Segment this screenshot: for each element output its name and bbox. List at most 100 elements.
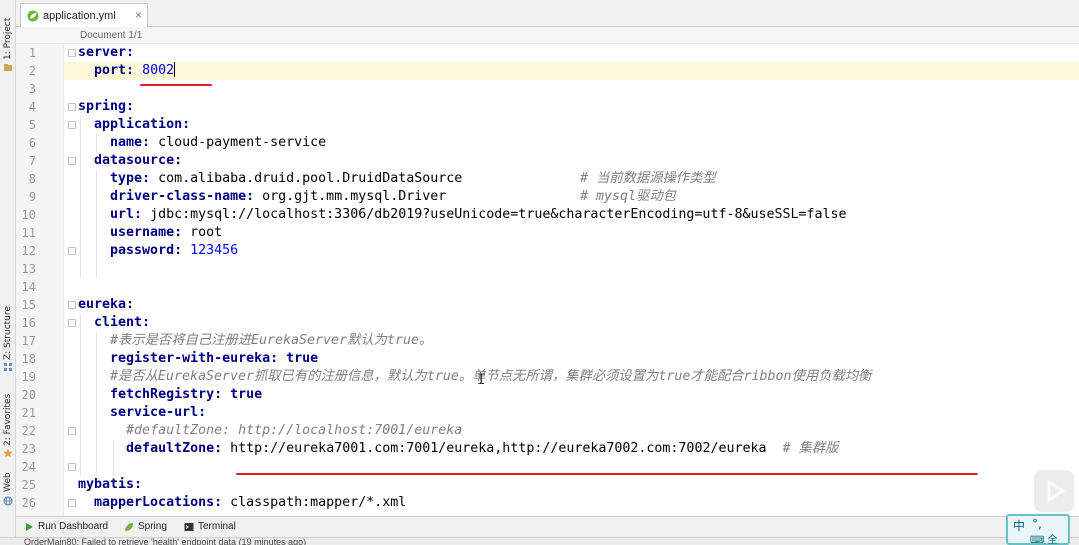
- run-dashboard-label: Run Dashboard: [38, 521, 109, 532]
- ime-extra: ⌨ 全: [1030, 535, 1058, 545]
- code-line-12[interactable]: password: 123456: [78, 242, 238, 260]
- yaml-value: http://eureka7001.com:7001/eureka,http:/…: [230, 441, 767, 456]
- code-line-15[interactable]: eureka:: [78, 296, 134, 314]
- bottom-tool-bar: Run Dashboard Spring Terminal: [16, 516, 1079, 537]
- yaml-value: classpath:mapper/*.xml: [230, 495, 407, 510]
- code-line-23[interactable]: defaultZone: http://eureka7001.com:7001/…: [78, 440, 838, 458]
- yaml-key: driver-class-name:: [110, 189, 263, 204]
- tab-close-icon[interactable]: ×: [135, 8, 142, 22]
- yaml-comment: # 当前数据源操作类型: [580, 171, 716, 186]
- line-number: 22: [21, 424, 36, 438]
- yaml-key: eureka:: [78, 297, 135, 312]
- yaml-key: defaultZone:: [126, 441, 231, 456]
- code-line-17[interactable]: #表示是否将自己注册进EurekaServer默认为true。: [78, 332, 432, 350]
- line-number: 26: [21, 496, 36, 510]
- ime-language: 中: [1013, 519, 1026, 533]
- line-number: 1: [28, 46, 36, 60]
- fold-marker[interactable]: [68, 301, 76, 309]
- code-line-1[interactable]: server:: [78, 44, 134, 62]
- line-number: 21: [21, 406, 36, 420]
- yaml-value: org.gjt.mm.mysql.Driver: [262, 189, 447, 204]
- fold-marker[interactable]: [68, 463, 76, 471]
- red-underline-annotation: [236, 473, 978, 475]
- code-line-6[interactable]: name: cloud-payment-service: [78, 134, 326, 152]
- mouse-ibeam-cursor: I: [477, 372, 486, 388]
- line-number: 25: [21, 478, 36, 492]
- line-number: 3: [28, 82, 36, 96]
- code-line-8[interactable]: type: com.alibaba.druid.pool.DruidDataSo…: [78, 170, 462, 188]
- line-number: 7: [28, 154, 36, 168]
- code-line-26[interactable]: mapperLocations: classpath:mapper/*.xml: [78, 494, 406, 512]
- line-number: 16: [21, 316, 36, 330]
- line-number: 6: [28, 136, 36, 150]
- yaml-value: cloud-payment-service: [158, 135, 327, 150]
- text-caret: [174, 62, 176, 77]
- code-line-18[interactable]: register-with-eureka: true: [78, 350, 318, 368]
- code-line-22[interactable]: #defaultZone: http://localhost:7001/eure…: [78, 422, 462, 440]
- yaml-key: url:: [110, 207, 151, 222]
- code-line-21[interactable]: service-url:: [78, 404, 206, 422]
- project-tool-tab[interactable]: 1: Project: [0, 8, 16, 71]
- folder-icon: [4, 64, 12, 71]
- yaml-key: application:: [94, 117, 191, 132]
- web-tool-tab[interactable]: Web: [0, 466, 16, 512]
- yaml-comment: # mysql驱动包: [580, 189, 676, 204]
- line-number: 5: [28, 118, 36, 132]
- code-line-25[interactable]: mybatis:: [78, 476, 142, 494]
- spring-leaf-icon: [27, 10, 39, 21]
- line-number: 18: [21, 352, 36, 366]
- code-line-7[interactable]: datasource:: [78, 152, 182, 170]
- yaml-value: com.alibaba.druid.pool.DruidDataSource: [158, 171, 463, 186]
- fold-marker[interactable]: [68, 121, 76, 129]
- spring-leaf-icon: [125, 522, 133, 531]
- yaml-value-port: 8002: [142, 63, 175, 78]
- code-line-11[interactable]: username: root: [78, 224, 222, 242]
- favorites-tool-tab[interactable]: 2: Favorites: [0, 380, 16, 460]
- yaml-key: server:: [78, 45, 135, 60]
- code-line-2[interactable]: port: 8002: [78, 62, 176, 80]
- yaml-key: service-url:: [110, 405, 207, 420]
- web-tool-label: Web: [3, 472, 13, 492]
- spring-button[interactable]: Spring: [124, 521, 167, 532]
- fold-marker[interactable]: [68, 247, 76, 255]
- run-dashboard-button[interactable]: Run Dashboard: [24, 521, 108, 532]
- yaml-value: 123456: [190, 243, 239, 258]
- terminal-label: Terminal: [198, 521, 236, 532]
- editor-tab-bar: application.yml ×: [16, 0, 1079, 27]
- line-number: 10: [21, 208, 36, 222]
- yaml-key: password:: [110, 243, 191, 258]
- fold-marker[interactable]: [68, 157, 76, 165]
- code-line-20[interactable]: fetchRegistry: true: [78, 386, 262, 404]
- code-line-19[interactable]: #是否从EurekaServer抓取已有的注册信息，默认为true。单节点无所谓…: [78, 368, 871, 386]
- tab-application-yml[interactable]: application.yml ×: [20, 3, 148, 27]
- line-number: 8: [28, 172, 36, 186]
- fold-marker[interactable]: [68, 499, 76, 507]
- code-line-4[interactable]: spring:: [78, 98, 134, 116]
- globe-icon: [3, 496, 13, 506]
- structure-tool-tab[interactable]: Z: Structure: [0, 300, 16, 380]
- fold-marker[interactable]: [68, 49, 76, 57]
- code-line-5[interactable]: application:: [78, 116, 190, 134]
- code-line-16[interactable]: client:: [78, 314, 150, 332]
- video-play-button[interactable]: [1034, 470, 1074, 512]
- line-number: 11: [21, 226, 36, 240]
- fold-marker[interactable]: [68, 319, 76, 327]
- code-line-9[interactable]: driver-class-name: org.gjt.mm.mysql.Driv…: [78, 188, 446, 206]
- yaml-value-bool: true: [286, 351, 319, 366]
- fold-marker[interactable]: [68, 103, 76, 111]
- terminal-button[interactable]: Terminal: [184, 521, 236, 532]
- spring-label: Spring: [138, 521, 167, 532]
- yaml-key: fetchRegistry:: [110, 387, 231, 402]
- yaml-key: register-with-eureka:: [110, 351, 287, 366]
- fold-marker[interactable]: [68, 427, 76, 435]
- line-number: 19: [21, 370, 36, 384]
- yaml-key: name:: [110, 135, 159, 150]
- yaml-key: client:: [94, 315, 151, 330]
- ime-indicator[interactable]: 中 °, ⌨ 全: [1006, 514, 1070, 545]
- breadcrumb[interactable]: Document 1/1: [16, 27, 1079, 44]
- yaml-key: mapperLocations:: [94, 495, 231, 510]
- line-number: 23: [21, 442, 36, 456]
- code-line-10[interactable]: url: jdbc:mysql://localhost:3306/db2019?…: [78, 206, 847, 224]
- code-editor[interactable]: 1 2 3 4 5 6 7 8 9 10 11 12 13 14 15 16 17 18 19 20 21 22 23 24 2…: [16, 44, 1079, 516]
- line-number: 12: [21, 244, 36, 258]
